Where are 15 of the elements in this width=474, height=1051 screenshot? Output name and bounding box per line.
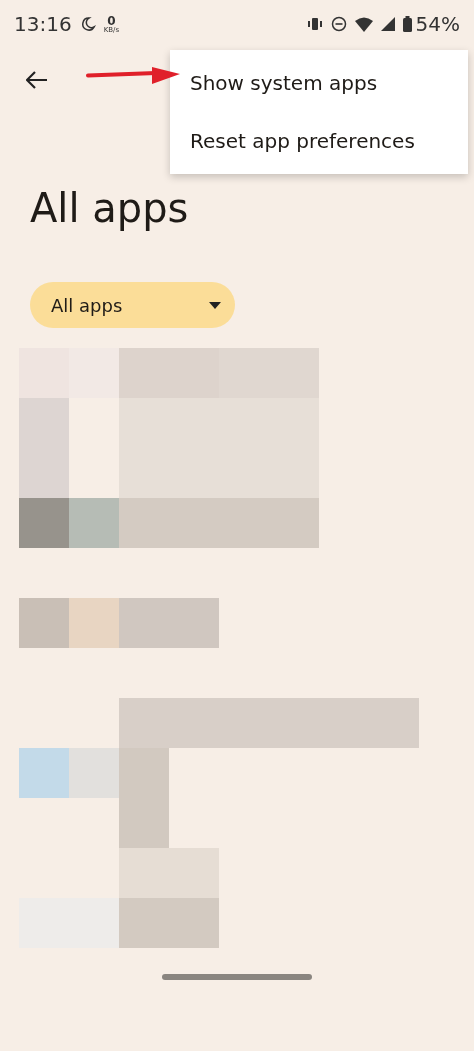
caret-icon xyxy=(209,301,221,309)
battery-icon xyxy=(402,16,412,32)
battery-percent: 54% xyxy=(415,12,460,36)
wifi-icon xyxy=(354,16,373,32)
net-speed-value: 0 xyxy=(107,14,116,27)
vibrate-icon xyxy=(306,17,323,31)
page-title: All apps xyxy=(30,184,190,232)
do-not-disturb-icon xyxy=(330,16,347,32)
back-icon[interactable] xyxy=(26,71,48,89)
status-time: 13:16 xyxy=(14,12,72,36)
menu-item[interactable]: Reset app preferences xyxy=(170,112,468,170)
filter-dropdown[interactable]: All apps xyxy=(30,282,235,328)
moon-icon xyxy=(79,16,96,32)
signal-icon xyxy=(380,17,395,31)
menu-item[interactable]: Show system apps xyxy=(170,54,468,112)
